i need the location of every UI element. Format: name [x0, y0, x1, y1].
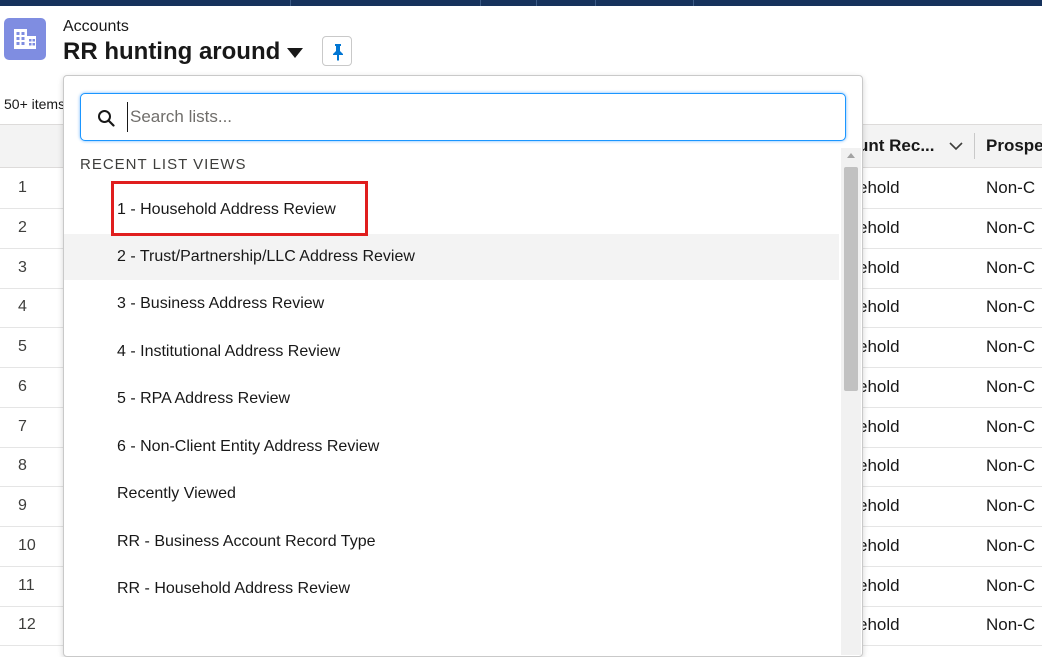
row-number: 6	[18, 377, 27, 395]
row-number: 12	[18, 616, 36, 634]
top-bar-divider	[693, 0, 694, 6]
caret-down-icon[interactable]	[286, 46, 304, 60]
prospect-cell: Non-C	[986, 416, 1036, 436]
pin-list-view-button[interactable]	[322, 36, 352, 66]
account-record-type-cell: ehold	[858, 496, 900, 515]
prospect-cell: Non-C	[986, 535, 1036, 555]
account-record-type-cell: ehold	[858, 456, 900, 476]
row-number: 8	[18, 457, 27, 475]
list-view-item-label: 5 - RPA Address Review	[117, 390, 291, 407]
list-views-dropdown: RECENT LIST VIEWS 1 - Household Address …	[63, 75, 863, 657]
list-view-item-label: RR - Business Account Record Type	[117, 533, 376, 550]
account-record-type-cell: ehold	[858, 615, 900, 635]
account-record-type-cell: ehold	[858, 416, 900, 436]
accounts-building-icon	[4, 18, 46, 60]
prospect-cell: Non-C	[986, 376, 1036, 396]
account-record-type-cell: ehold	[858, 535, 900, 555]
item-count-label: 50+ items	[4, 96, 64, 112]
account-record-type-cell: ehold	[858, 297, 900, 317]
column-header-prospect[interactable]: Prospect	[986, 125, 1042, 167]
top-bar-divider	[536, 0, 537, 6]
global-top-bar	[0, 0, 1042, 6]
account-record-type-cell: ehold	[858, 178, 900, 197]
list-view-item[interactable]: Recently Viewed	[64, 471, 839, 517]
column-header-account-record-type[interactable]: unt Rec...	[858, 125, 944, 167]
chevron-down-icon[interactable]	[948, 140, 964, 152]
list-view-item-label: 6 - Non-Client Entity Address Review	[117, 438, 380, 455]
account-record-type-cell: ehold	[858, 575, 900, 595]
list-view-item[interactable]: 4 - Institutional Address Review	[64, 329, 839, 375]
list-view-item[interactable]: RR - Household Address Review	[64, 566, 839, 612]
list-view-item[interactable]: RR - Business Account Record Type	[64, 519, 839, 565]
row-number: 11	[18, 576, 35, 594]
scrollbar-thumb[interactable]	[844, 167, 858, 391]
list-view-item-label: Recently Viewed	[117, 485, 236, 502]
list-view-item-label: 4 - Institutional Address Review	[117, 343, 341, 360]
prospect-cell: Non-C	[986, 337, 1036, 356]
prospect-cell: Non-C	[986, 615, 1036, 635]
row-number: 1	[18, 179, 27, 196]
row-number: 4	[18, 298, 27, 316]
scroll-up-arrow-icon[interactable]	[846, 151, 856, 159]
prospect-cell: Non-C	[986, 217, 1036, 237]
row-number: 9	[18, 497, 27, 514]
row-number: 5	[18, 338, 27, 355]
prospect-cell: Non-C	[986, 257, 1036, 277]
highlight-annotation-box	[111, 181, 368, 236]
prospect-cell: Non-C	[986, 297, 1036, 317]
prospect-cell: Non-C	[986, 575, 1036, 595]
list-view-title[interactable]: RR hunting around	[63, 38, 280, 66]
search-box[interactable]	[80, 93, 846, 141]
search-lists-input[interactable]	[127, 102, 830, 132]
recent-list-views-heading: RECENT LIST VIEWS	[80, 156, 247, 173]
pin-icon	[333, 44, 343, 61]
prospect-cell: Non-C	[986, 178, 1036, 197]
list-view-item[interactable]: 3 - Business Address Review	[64, 281, 839, 327]
account-record-type-cell: ehold	[858, 217, 900, 237]
top-bar-divider	[290, 0, 291, 6]
object-label: Accounts	[63, 18, 129, 35]
row-number: 7	[18, 417, 27, 435]
prospect-cell: Non-C	[986, 456, 1036, 476]
list-view-item-label: RR - Household Address Review	[117, 580, 350, 597]
column-divider	[974, 133, 975, 159]
row-number: 2	[18, 218, 27, 236]
prospect-cell: Non-C	[986, 496, 1036, 515]
account-record-type-cell: ehold	[858, 376, 900, 396]
list-view-item-label: 2 - Trust/Partnership/LLC Address Review	[117, 248, 415, 265]
account-record-type-cell: ehold	[858, 257, 900, 277]
top-bar-divider	[480, 0, 481, 6]
search-icon	[98, 110, 115, 127]
list-view-item[interactable]: 5 - RPA Address Review	[64, 376, 839, 422]
list-view-item[interactable]: 2 - Trust/Partnership/LLC Address Review	[64, 234, 839, 280]
account-record-type-cell: ehold	[858, 337, 900, 356]
list-view-item-label: 3 - Business Address Review	[117, 295, 325, 312]
row-number: 3	[18, 258, 27, 276]
dropdown-scrollbar[interactable]	[841, 148, 861, 655]
list-view-item[interactable]: 6 - Non-Client Entity Address Review	[64, 424, 839, 470]
row-number: 10	[18, 536, 36, 554]
top-bar-divider	[595, 0, 596, 6]
